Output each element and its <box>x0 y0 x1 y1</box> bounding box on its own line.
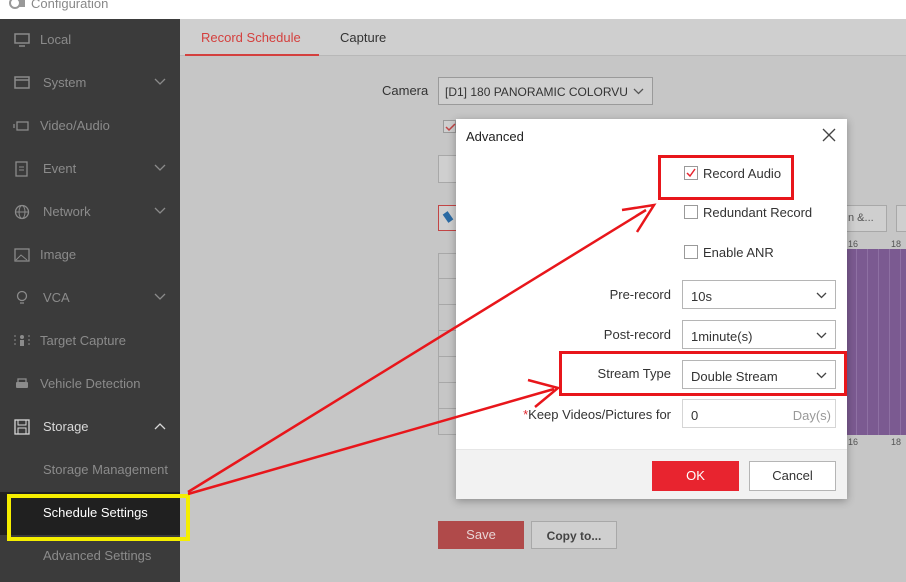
enable-anr-checkbox[interactable] <box>684 245 698 259</box>
chevron-down-icon <box>154 293 166 300</box>
sidebar-item-label: Network <box>43 204 91 219</box>
redundant-record-checkbox[interactable] <box>684 205 698 219</box>
tab-bar: Record Schedule Capture <box>180 19 906 56</box>
chevron-down-icon <box>154 207 166 214</box>
post-record-select[interactable]: 1minute(s) <box>682 320 836 349</box>
partial-button[interactable]: n &... <box>841 205 887 232</box>
pre-record-select[interactable]: 10s <box>682 280 836 309</box>
image-icon <box>14 248 30 262</box>
save-button[interactable]: Save <box>438 521 524 549</box>
sidebar-item-label: VCA <box>43 290 70 305</box>
person-target-icon <box>14 335 30 347</box>
video-icon <box>13 121 29 131</box>
window-icon <box>14 76 30 89</box>
post-record-label: Post-record <box>603 327 671 342</box>
camera-label: Camera <box>382 83 429 98</box>
sidebar-item-system[interactable]: System <box>0 62 180 105</box>
enable-schedule-checkbox[interactable] <box>443 120 456 133</box>
sidebar-item-label: System <box>43 75 87 90</box>
camera-select[interactable]: [D1] 180 PANORAMIC COLORVU <box>438 77 653 105</box>
floppy-icon <box>14 419 30 435</box>
sidebar-item-target-capture[interactable]: Target Capture <box>0 320 180 363</box>
car-icon <box>16 378 28 388</box>
chevron-down-icon <box>633 88 644 95</box>
ok-button[interactable]: OK <box>652 461 739 491</box>
camera-select-value: [D1] 180 PANORAMIC COLORVU <box>445 85 628 99</box>
pre-record-label: Pre-record <box>609 287 671 302</box>
clipboard-icon <box>15 161 28 177</box>
redundant-record-label: Redundant Record <box>703 205 813 220</box>
sidebar-item-label: Advanced Settings <box>43 548 152 563</box>
sidebar-item-label: Vehicle Detection <box>40 376 141 391</box>
partial-button-edge[interactable] <box>896 205 906 232</box>
tab-capture[interactable]: Capture <box>340 30 386 45</box>
sidebar-item-local[interactable]: Local <box>0 19 180 62</box>
enable-anr-label: Enable ANR <box>703 245 774 260</box>
page-title: Configuration <box>31 0 109 11</box>
sidebar-item-label: Video/Audio <box>40 118 110 133</box>
tab-record-schedule[interactable]: Record Schedule <box>201 30 301 45</box>
timeline-tick-18: 18 <box>891 239 902 249</box>
chevron-up-icon <box>154 423 166 430</box>
copy-to-button[interactable]: Copy to... <box>531 521 617 549</box>
annotation-highlight-schedule-settings <box>7 494 190 541</box>
sidebar-item-event[interactable]: Event <box>0 148 180 191</box>
chevron-down-icon <box>816 332 827 339</box>
sidebar-item-image[interactable]: Image <box>0 234 180 277</box>
annotation-highlight-record-audio <box>658 155 794 200</box>
bulb-icon <box>16 290 28 304</box>
annotation-highlight-stream-type <box>559 351 847 396</box>
sidebar-item-vca[interactable]: VCA <box>0 277 180 320</box>
chevron-down-icon <box>816 292 827 299</box>
keep-videos-label: *Keep Videos/Pictures for <box>523 407 671 422</box>
keep-videos-value: 0 <box>691 408 699 423</box>
sidebar-item-label: Storage Management <box>43 462 169 477</box>
partial-button-label: n &... <box>848 212 874 224</box>
keep-videos-label-text: Keep Videos/Pictures for <box>528 407 671 422</box>
gear-camera-icon <box>9 0 25 9</box>
dialog-title: Advanced <box>466 129 524 144</box>
sidebar-item-label: Image <box>40 247 77 262</box>
timeline-tick-18-bottom: 18 <box>891 437 902 447</box>
chevron-down-icon <box>154 164 166 171</box>
cancel-button[interactable]: Cancel <box>749 461 836 491</box>
sidebar-item-video-audio[interactable]: Video/Audio <box>0 105 180 148</box>
keep-videos-input[interactable]: 0 Day(s) <box>682 399 836 428</box>
schedule-timeline-fill[interactable] <box>846 249 906 435</box>
active-tab-indicator <box>185 54 319 56</box>
post-record-value: 1minute(s) <box>691 329 753 344</box>
timeline-tick-16: 16 <box>848 239 859 249</box>
sidebar-item-label: Event <box>43 161 77 176</box>
sidebar-item-vehicle-detection[interactable]: Vehicle Detection <box>0 363 180 406</box>
sidebar-item-storage[interactable]: Storage <box>0 406 180 449</box>
sidebar-subitem-storage-management[interactable]: Storage Management <box>0 449 180 492</box>
sidebar-item-label: Local <box>40 32 72 47</box>
sidebar-item-network[interactable]: Network <box>0 191 180 234</box>
top-bar: Configuration <box>0 0 906 19</box>
timeline-tick-16-bottom: 16 <box>848 437 859 447</box>
sidebar-subitem-advanced-settings[interactable]: Advanced Settings <box>0 535 180 578</box>
dialog-footer: OK Cancel <box>456 449 847 499</box>
sidebar-item-label: Storage <box>43 419 89 434</box>
pre-record-value: 10s <box>691 289 712 304</box>
monitor-icon <box>14 33 30 47</box>
sidebar-item-label: Target Capture <box>40 333 126 348</box>
chevron-down-icon <box>154 78 166 85</box>
keep-videos-unit: Day(s) <box>792 408 831 423</box>
globe-icon <box>14 204 30 220</box>
close-icon[interactable] <box>821 127 837 143</box>
